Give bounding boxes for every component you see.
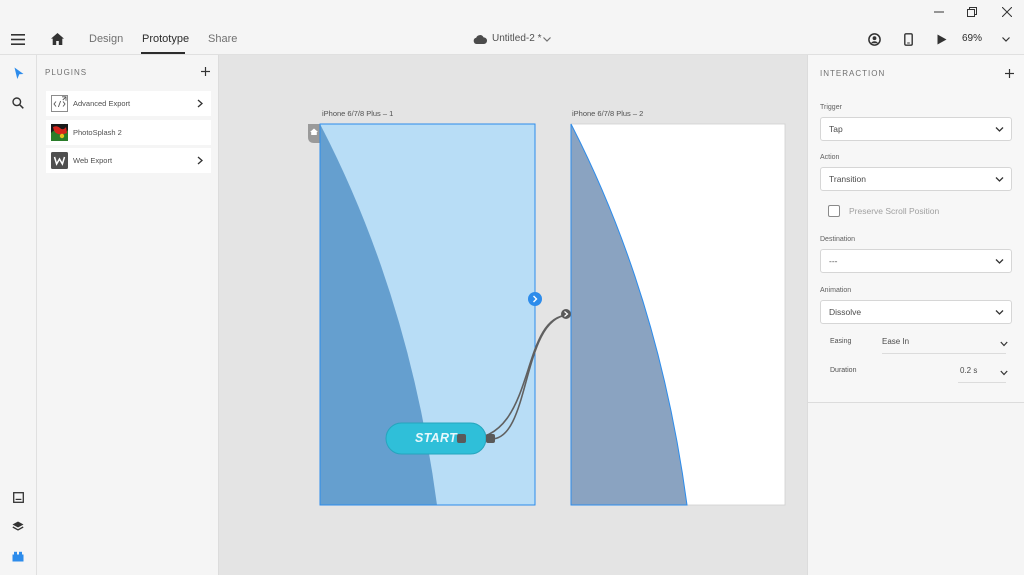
plus-icon	[1004, 68, 1014, 78]
preserve-scroll-label[interactable]: Preserve Scroll Position	[849, 206, 939, 216]
canvas-artwork	[308, 123, 786, 506]
play-icon	[937, 34, 947, 44]
plugin-item-photosplash[interactable]: PhotoSplash 2	[46, 120, 211, 145]
web-export-w-icon	[51, 152, 68, 169]
chevron-down-icon	[1000, 341, 1008, 347]
easing-dropdown[interactable]: Ease In	[882, 335, 1008, 353]
document-menu-toggle[interactable]	[542, 34, 552, 44]
add-plugin-button[interactable]	[199, 65, 211, 77]
zoom-menu-toggle[interactable]	[1001, 34, 1011, 44]
plugins-panel: PLUGINS Advanced Export PhotoSplash 2 We…	[37, 55, 219, 575]
duration-label: Duration	[830, 367, 857, 374]
wire-handle-source[interactable]	[457, 434, 466, 443]
tab-prototype[interactable]: Prototype	[142, 33, 189, 45]
chevron-right-icon	[197, 99, 203, 108]
title-bar	[0, 0, 1024, 24]
start-button-label: START	[415, 431, 458, 445]
app-toolbar: Design Prototype Share Untitled-2 * 69%	[0, 24, 1024, 55]
plugins-panel-button[interactable]	[11, 549, 25, 563]
desktop-preview-button[interactable]	[935, 32, 949, 46]
animation-value: Dissolve	[829, 307, 862, 317]
chevron-down-icon	[1000, 370, 1008, 376]
easing-underline	[882, 353, 1006, 354]
restore-button[interactable]	[955, 0, 989, 24]
assets-panel-button[interactable]	[11, 490, 25, 504]
hamburger-icon	[11, 33, 25, 45]
export-code-icon	[51, 95, 68, 112]
interaction-heading: INTERACTION	[820, 69, 886, 78]
close-window-button[interactable]	[990, 0, 1024, 24]
add-interaction-button[interactable]	[1003, 67, 1015, 79]
duration-underline	[958, 382, 1006, 383]
tool-rail	[0, 55, 37, 575]
share-user-button[interactable]	[866, 31, 882, 47]
assets-icon	[12, 491, 24, 503]
plus-icon	[200, 66, 210, 76]
device-preview-button[interactable]	[901, 31, 915, 47]
add-connection-handle[interactable]	[528, 292, 542, 306]
document-title[interactable]: Untitled-2 *	[492, 33, 541, 44]
cloud-document-icon-wrap	[472, 33, 488, 45]
duration-value[interactable]: 0.2 s	[960, 366, 977, 375]
preserve-scroll-checkbox[interactable]	[828, 205, 840, 217]
animation-dropdown[interactable]: Dissolve	[820, 300, 1012, 324]
chevron-down-icon	[995, 177, 1004, 182]
home-artboard-marker[interactable]	[308, 124, 320, 143]
action-dropdown[interactable]: Transition	[820, 167, 1012, 191]
close-icon	[1002, 7, 1012, 17]
easing-value: Ease In	[882, 337, 910, 346]
zoom-level[interactable]: 69%	[962, 33, 982, 44]
plugin-item-web-export[interactable]: Web Export	[46, 148, 211, 173]
plugin-item-advanced-export[interactable]: Advanced Export	[46, 91, 211, 116]
animation-label: Animation	[820, 287, 852, 294]
photosplash-icon	[51, 124, 68, 141]
plugin-label: PhotoSplash 2	[73, 128, 122, 137]
minimize-button[interactable]	[922, 0, 956, 24]
action-value: Transition	[829, 174, 867, 184]
chevron-down-icon	[995, 127, 1004, 132]
chevron-down-icon	[995, 310, 1004, 315]
chevron-right-icon	[197, 156, 203, 165]
plugin-label: Advanced Export	[73, 99, 131, 108]
destination-label: Destination	[820, 236, 856, 243]
chevron-down-icon	[995, 259, 1004, 264]
active-tab-indicator	[141, 52, 185, 54]
duration-stepper[interactable]: 0.2 s	[958, 364, 1008, 382]
user-share-icon	[867, 32, 881, 46]
layers-panel-button[interactable]	[11, 519, 25, 533]
design-canvas[interactable]: iPhone 6/7/8 Plus – 1 iPhone 6/7/8 Plus …	[219, 55, 807, 575]
action-label: Action	[820, 154, 840, 161]
select-tool[interactable]	[12, 66, 25, 80]
plugin-label: Web Export	[73, 156, 113, 165]
trigger-label: Trigger	[820, 104, 842, 111]
plugin-icon	[12, 551, 24, 561]
chevron-down-icon	[1002, 36, 1010, 42]
interaction-settings: INTERACTION Trigger Tap Action Transitio…	[808, 55, 1024, 403]
interaction-panel: INTERACTION Trigger Tap Action Transitio…	[807, 55, 1024, 575]
layers-icon	[12, 521, 24, 531]
zoom-tool[interactable]	[11, 96, 25, 110]
search-icon	[12, 97, 24, 109]
wire-target-arrow[interactable]	[561, 309, 571, 319]
adobe-xd-window: Design Prototype Share Untitled-2 * 69%	[0, 0, 1024, 575]
easing-label: Easing	[830, 338, 852, 345]
restore-icon	[967, 7, 977, 17]
hamburger-menu-button[interactable]	[10, 32, 26, 46]
tab-design[interactable]: Design	[89, 33, 123, 45]
chevron-down-icon	[543, 36, 551, 42]
home-button[interactable]	[49, 31, 65, 47]
tab-share[interactable]: Share	[208, 33, 237, 45]
pointer-icon	[14, 67, 23, 79]
plugins-heading: PLUGINS	[45, 68, 88, 77]
destination-value: ---	[829, 256, 838, 266]
mobile-device-icon	[903, 32, 913, 46]
wire-handle-target[interactable]	[486, 434, 495, 443]
home-icon	[50, 33, 64, 45]
cloud-icon	[473, 34, 487, 44]
trigger-value: Tap	[829, 124, 843, 134]
destination-dropdown[interactable]: ---	[820, 249, 1012, 273]
artboard-2[interactable]	[570, 123, 786, 506]
trigger-dropdown[interactable]: Tap	[820, 117, 1012, 141]
minimize-icon	[934, 11, 944, 13]
